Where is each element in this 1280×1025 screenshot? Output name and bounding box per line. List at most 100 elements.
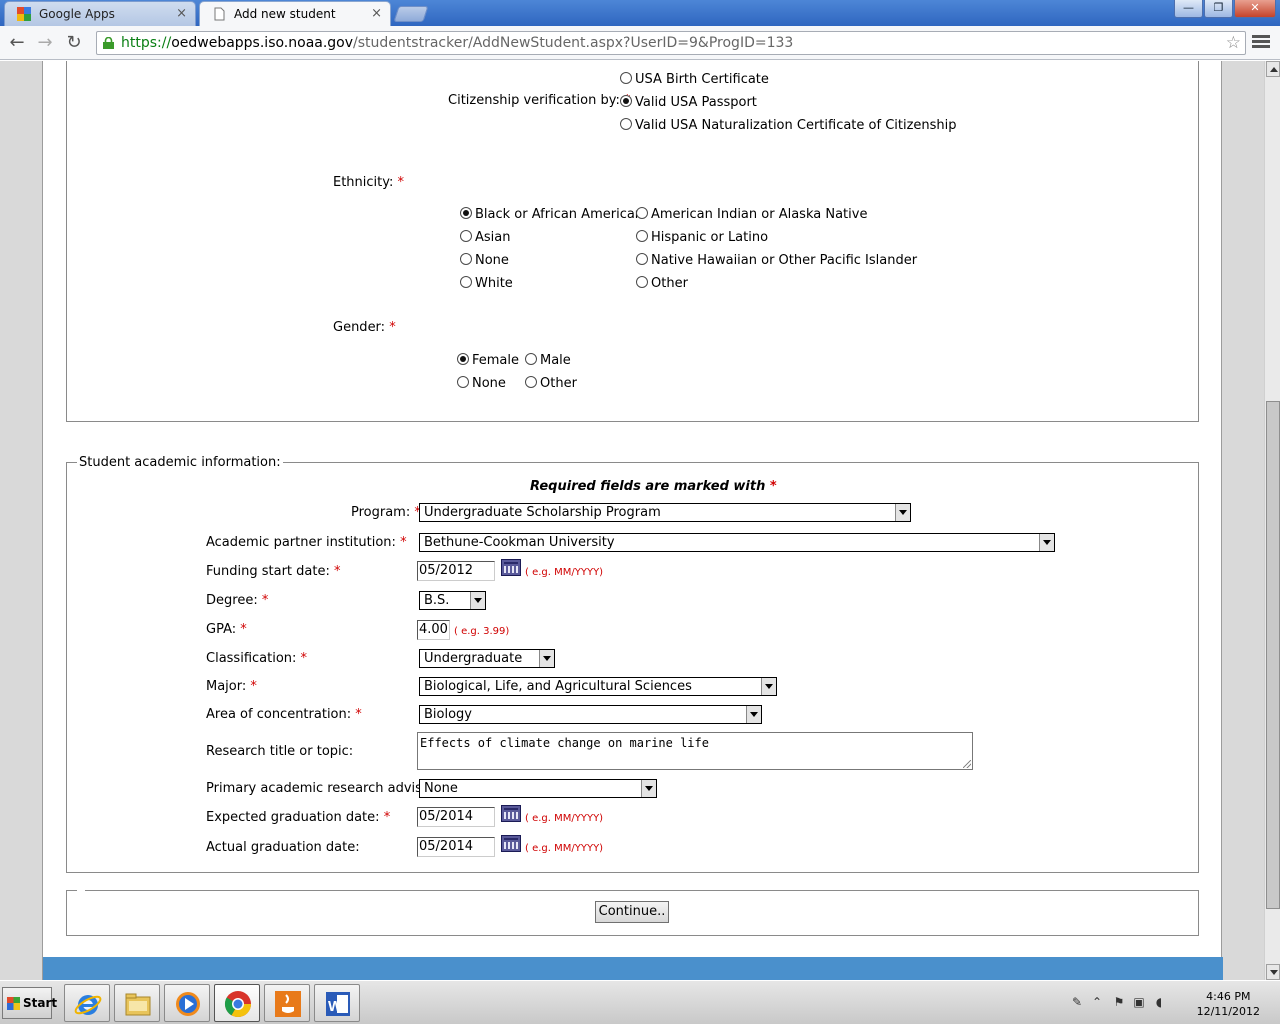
tab-google-apps[interactable]: Google Apps ×: [4, 1, 196, 26]
dropdown-arrow-icon[interactable]: [470, 592, 485, 609]
internet-explorer-icon: [74, 995, 102, 1015]
taskbar-chrome[interactable]: [214, 984, 260, 1022]
dropdown-arrow-icon[interactable]: [641, 780, 656, 797]
close-window-button[interactable]: ✕: [1234, 0, 1276, 18]
gpa-hint: ( e.g. 3.99): [454, 626, 510, 637]
bookmark-star-icon[interactable]: ☆: [1226, 32, 1241, 54]
dropdown-arrow-icon[interactable]: [761, 678, 776, 695]
gpa-input[interactable]: 4.00: [417, 620, 450, 640]
close-tab-icon[interactable]: ×: [371, 2, 382, 26]
citizenship-option-passport[interactable]: Valid USA Passport: [620, 95, 757, 111]
radio-button[interactable]: [620, 72, 632, 84]
forward-button[interactable]: →: [34, 32, 56, 54]
ethnicity-option-american-indian[interactable]: American Indian or Alaska Native: [636, 207, 867, 223]
advisor-select-value: None: [424, 781, 458, 796]
ethnicity-option-black[interactable]: Black or African American: [460, 207, 643, 223]
gender-option-female[interactable]: Female: [457, 353, 519, 369]
radio-button[interactable]: [525, 376, 537, 388]
pencil-icon[interactable]: ✎: [1070, 995, 1084, 1009]
advisor-select[interactable]: None: [419, 779, 657, 798]
continue-button[interactable]: Continue..: [595, 901, 669, 923]
radio-button[interactable]: [636, 253, 648, 265]
resize-grip-icon[interactable]: [963, 760, 971, 768]
radio-button[interactable]: [457, 376, 469, 388]
scroll-down-button[interactable]: [1266, 964, 1280, 980]
radio-button[interactable]: [636, 207, 648, 219]
ethnicity-option-other[interactable]: Other: [636, 276, 688, 292]
taskbar-java[interactable]: [264, 984, 310, 1022]
radio-button[interactable]: [525, 353, 537, 365]
calendar-icon[interactable]: [501, 805, 521, 822]
minimize-button[interactable]: —: [1174, 0, 1203, 18]
dropdown-arrow-icon[interactable]: [539, 650, 554, 667]
network-icon[interactable]: ▣: [1132, 995, 1146, 1009]
dropdown-arrow-icon[interactable]: [746, 706, 761, 723]
address-bar[interactable]: https://oedwebapps.iso.noaa.gov/students…: [96, 31, 1246, 55]
back-button[interactable]: ←: [6, 32, 28, 54]
ethnicity-option-white[interactable]: White: [460, 276, 513, 292]
radio-button[interactable]: [620, 95, 632, 107]
radio-button[interactable]: [460, 230, 472, 242]
ethnicity-option-none[interactable]: None: [460, 253, 509, 269]
radio-button[interactable]: [460, 253, 472, 265]
browser-tab-strip: Google Apps × Add new student × — ❐ ✕: [0, 0, 1280, 26]
taskbar-windows-explorer[interactable]: [114, 984, 160, 1022]
program-select[interactable]: Undergraduate Scholarship Program: [419, 503, 911, 522]
taskbar-internet-explorer[interactable]: [64, 984, 110, 1022]
gender-option-none[interactable]: None: [457, 376, 506, 392]
major-label: Major: *: [206, 679, 257, 694]
research-title-label: Research title or topic:: [206, 744, 354, 759]
actual-grad-input[interactable]: 05/2014: [417, 837, 495, 857]
taskbar-media-player[interactable]: [164, 984, 210, 1022]
java-icon: [275, 991, 301, 1017]
vertical-scrollbar[interactable]: [1264, 61, 1280, 980]
citizenship-option-birth-certificate[interactable]: USA Birth Certificate: [620, 72, 769, 88]
classification-select[interactable]: Undergraduate: [419, 649, 555, 668]
taskbar-word[interactable]: W: [314, 984, 360, 1022]
degree-select[interactable]: B.S.: [419, 591, 486, 610]
radio-button[interactable]: [457, 353, 469, 365]
radio-button[interactable]: [620, 118, 632, 130]
window-controls: — ❐ ✕: [1173, 0, 1276, 18]
major-select[interactable]: Biological, Life, and Agricultural Scien…: [419, 677, 777, 696]
word-icon: W: [326, 992, 350, 1016]
ethnicity-label: Ethnicity: *: [333, 175, 405, 190]
radio-button[interactable]: [460, 207, 472, 219]
citizenship-option-naturalization[interactable]: Valid USA Naturalization Certificate of …: [620, 118, 957, 134]
tab-add-new-student[interactable]: Add new student ×: [199, 1, 391, 26]
close-tab-icon[interactable]: ×: [176, 2, 187, 26]
gender-option-other[interactable]: Other: [525, 376, 577, 392]
radio-button[interactable]: [460, 276, 472, 288]
ethnicity-option-asian[interactable]: Asian: [460, 230, 510, 246]
institution-select[interactable]: Bethune-Cookman University: [419, 533, 1055, 552]
new-tab-button[interactable]: [393, 6, 429, 22]
dropdown-arrow-icon[interactable]: [895, 504, 910, 521]
actions-legend: [77, 884, 85, 894]
calendar-icon[interactable]: [501, 559, 521, 576]
expected-grad-input[interactable]: 05/2014: [417, 807, 495, 827]
dropdown-arrow-icon[interactable]: [1039, 534, 1054, 551]
scroll-up-button[interactable]: [1266, 61, 1280, 77]
ethnicity-option-hispanic[interactable]: Hispanic or Latino: [636, 230, 768, 246]
start-button[interactable]: Start: [2, 987, 57, 1019]
maximize-button[interactable]: ❐: [1204, 0, 1233, 18]
system-clock[interactable]: 4:46 PM 12/11/2012: [1197, 989, 1260, 1019]
radio-button[interactable]: [636, 276, 648, 288]
volume-icon[interactable]: ◖: [1152, 995, 1166, 1009]
gender-option-male[interactable]: Male: [525, 353, 571, 369]
ethnicity-option-pacific-islander[interactable]: Native Hawaiian or Other Pacific Islande…: [636, 253, 917, 269]
classification-select-value: Undergraduate: [424, 651, 523, 666]
concentration-select[interactable]: Biology: [419, 705, 762, 724]
funding-start-input[interactable]: 05/2012: [417, 561, 495, 581]
action-center-flag-icon[interactable]: ⚑: [1112, 995, 1126, 1009]
research-title-textarea[interactable]: Effects of climate change on marine life: [417, 732, 973, 770]
show-hidden-icons-icon[interactable]: ⌃: [1090, 995, 1104, 1009]
calendar-icon[interactable]: [501, 835, 521, 852]
menu-icon[interactable]: [1252, 33, 1270, 51]
windows-taskbar: Start W ✎ ⌃ ⚑ ▣ ◖ 4:46 PM 12/11/2012: [0, 980, 1280, 1024]
funding-start-hint: ( e.g. MM/YYYY): [525, 567, 604, 578]
system-tray: ✎ ⌃ ⚑ ▣ ◖ 4:46 PM 12/11/2012: [1060, 981, 1280, 1025]
reload-button[interactable]: ↻: [63, 32, 85, 54]
scroll-thumb[interactable]: [1266, 401, 1280, 909]
radio-button[interactable]: [636, 230, 648, 242]
